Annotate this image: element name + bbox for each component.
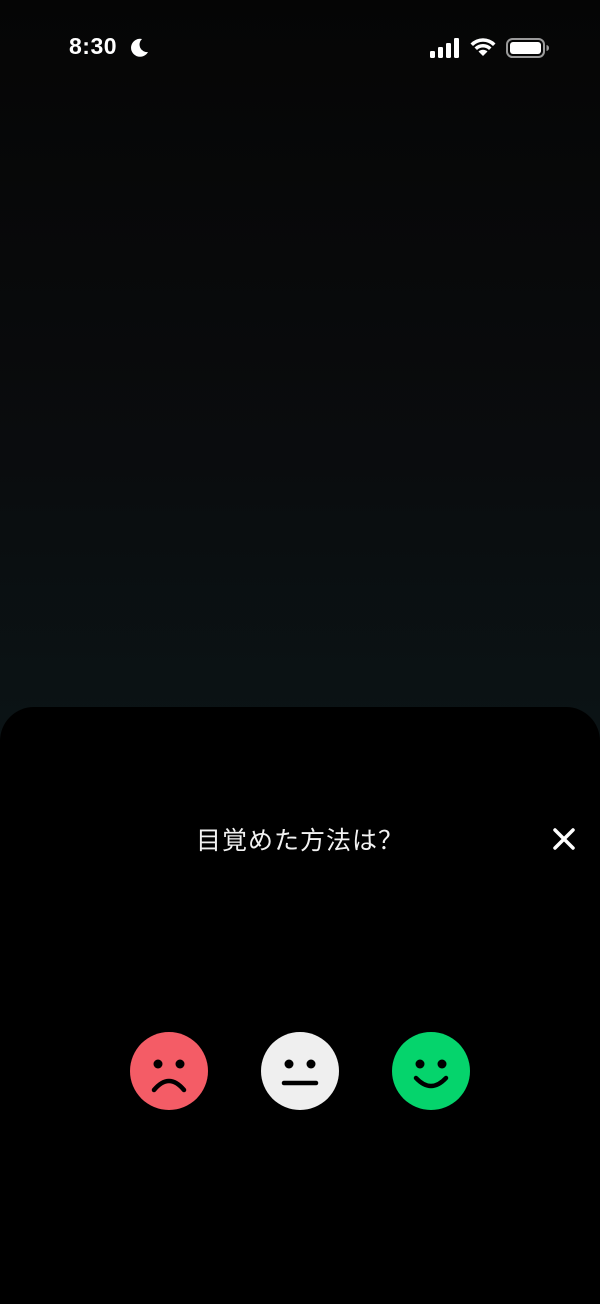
neutral-face-icon bbox=[261, 1032, 339, 1110]
neutral-face-button[interactable] bbox=[261, 1032, 339, 1110]
happy-face-button[interactable] bbox=[392, 1032, 470, 1110]
sad-face-button[interactable] bbox=[130, 1032, 208, 1110]
wifi-icon bbox=[469, 36, 497, 58]
cellular-signal-icon bbox=[430, 38, 460, 58]
wake-method-sheet: 目覚めた方法は？ bbox=[0, 707, 600, 1304]
happy-face-icon bbox=[392, 1032, 470, 1110]
status-time: 8:30 bbox=[69, 33, 118, 59]
battery-icon bbox=[506, 37, 550, 59]
status-bar: 8:30 bbox=[0, 0, 600, 96]
close-button[interactable] bbox=[548, 823, 580, 855]
sheet-title: 目覚めた方法は？ bbox=[195, 826, 404, 855]
moon-icon bbox=[128, 37, 150, 59]
close-icon bbox=[553, 828, 575, 850]
sad-face-icon bbox=[130, 1032, 208, 1110]
mood-options bbox=[0, 1032, 600, 1112]
